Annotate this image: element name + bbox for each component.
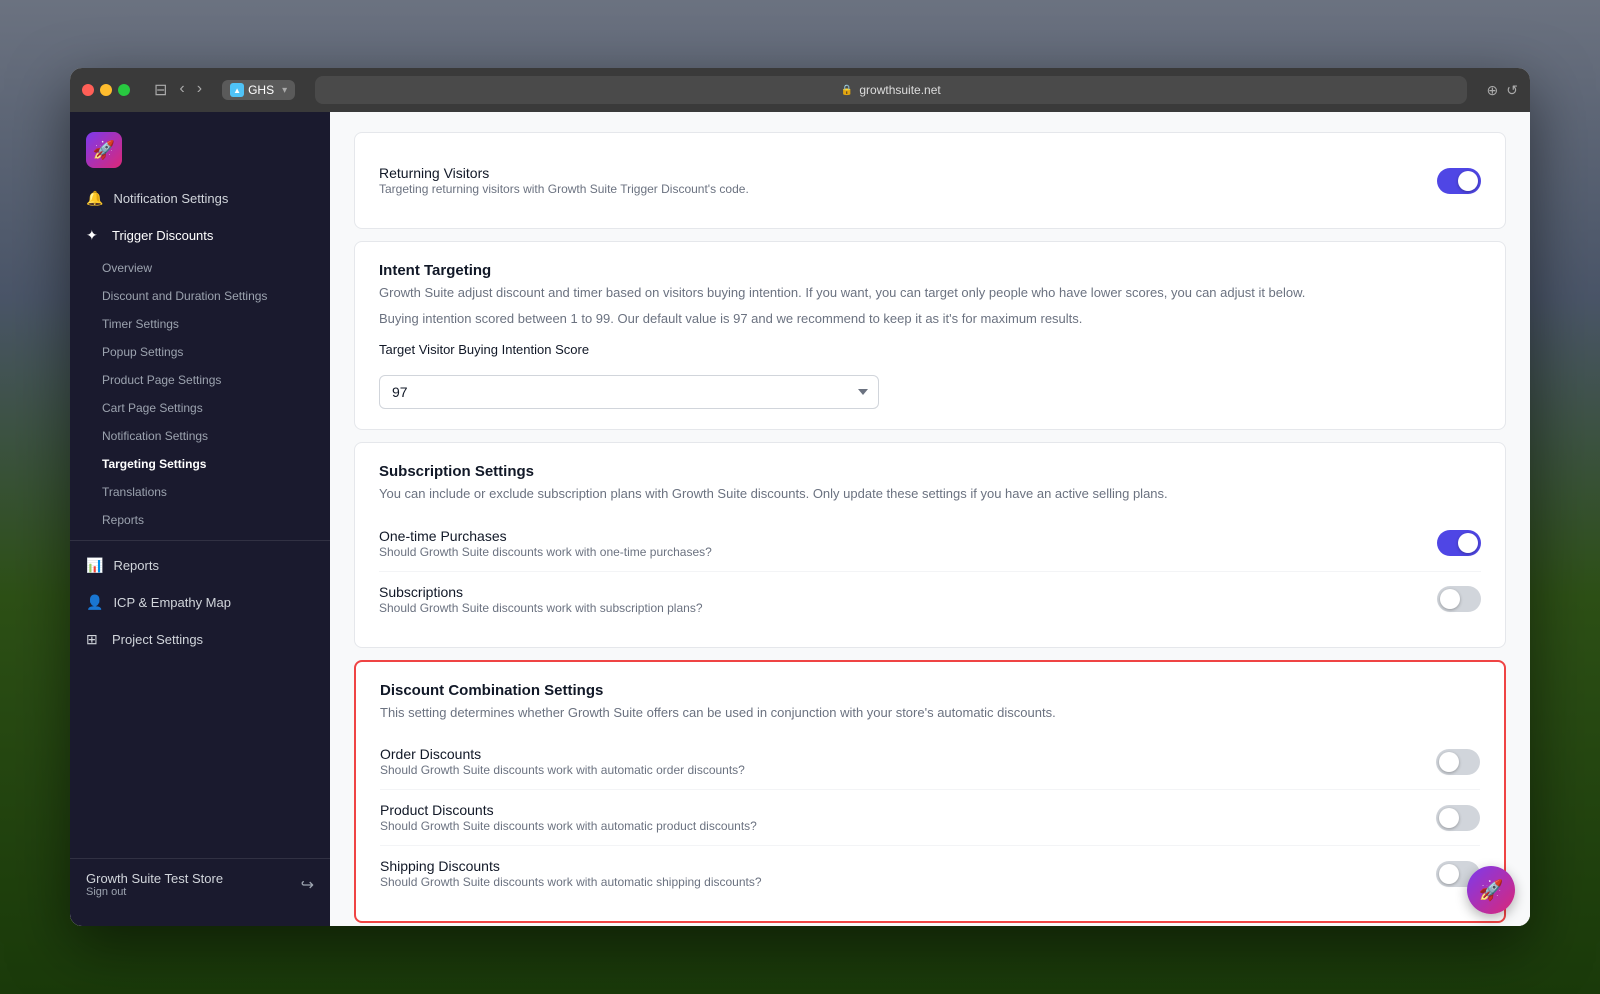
logo-icon: 🚀 xyxy=(86,132,122,168)
subscriptions-toggle[interactable] xyxy=(1437,586,1481,612)
rocket-icon: 🚀 xyxy=(1479,878,1504,903)
product-discounts-row: Product Discounts Should Growth Suite di… xyxy=(380,790,1480,846)
subscription-title: Subscription Settings xyxy=(379,463,1481,480)
tab-bar: ▲ GHS ▾ xyxy=(222,80,295,100)
sidebar-divider xyxy=(70,540,330,541)
subscription-settings-card: Subscription Settings You can include or… xyxy=(354,442,1506,648)
returning-visitors-title: Returning Visitors xyxy=(379,165,749,181)
url-text: growthsuite.net xyxy=(859,83,940,97)
shipping-discounts-desc: Should Growth Suite discounts work with … xyxy=(380,875,762,889)
tab-label: GHS xyxy=(248,83,274,97)
sidebar: 🚀 🔔 Notification Settings ✦ Trigger Disc… xyxy=(70,112,330,926)
intent-targeting-title: Intent Targeting xyxy=(379,262,1481,279)
one-time-purchases-row: One-time Purchases Should Growth Suite d… xyxy=(379,516,1481,572)
one-time-desc: Should Growth Suite discounts work with … xyxy=(379,545,712,559)
subscriptions-label: Subscriptions xyxy=(379,584,703,600)
reports-icon: 📊 xyxy=(86,557,103,574)
toolbar-right: ⊕ ↺ xyxy=(1487,82,1518,99)
sidebar-toggle-icon[interactable]: ⊟ xyxy=(150,78,171,102)
floating-action-button[interactable]: 🚀 xyxy=(1467,866,1515,914)
tab-close[interactable]: ▾ xyxy=(282,85,287,96)
sidebar-footer: Growth Suite Test Store Sign out ↪ xyxy=(70,858,330,910)
sidebar-logo: 🚀 xyxy=(70,112,330,180)
nav-buttons: ⊟ ‹ › xyxy=(150,78,206,102)
sidebar-item-notification-settings[interactable]: 🔔 Notification Settings xyxy=(70,180,330,217)
sign-out-link[interactable]: Sign out xyxy=(86,886,223,898)
sign-out-icon[interactable]: ↪ xyxy=(301,875,314,895)
title-bar: ⊟ ‹ › ▲ GHS ▾ 🔒 growthsuite.net ⊕ ↺ xyxy=(70,68,1530,112)
subscriptions-row: Subscriptions Should Growth Suite discou… xyxy=(379,572,1481,627)
sidebar-sub-cart-page[interactable]: Cart Page Settings xyxy=(70,394,330,422)
share-icon[interactable]: ⊕ xyxy=(1487,82,1499,99)
returning-visitors-toggle[interactable] xyxy=(1437,168,1481,194)
sidebar-item-reports[interactable]: 📊 Reports xyxy=(70,547,330,584)
sidebar-sub-discount-duration[interactable]: Discount and Duration Settings xyxy=(70,282,330,310)
returning-visitors-card: Returning Visitors Targeting returning v… xyxy=(354,132,1506,229)
product-discounts-toggle[interactable] xyxy=(1436,805,1480,831)
sidebar-sub-notification[interactable]: Notification Settings xyxy=(70,422,330,450)
discount-combination-title: Discount Combination Settings xyxy=(380,682,1480,699)
browser-tab[interactable]: ▲ GHS ▾ xyxy=(222,80,295,100)
product-discounts-desc: Should Growth Suite discounts work with … xyxy=(380,819,757,833)
product-discounts-label: Product Discounts xyxy=(380,802,757,818)
order-discounts-row: Order Discounts Should Growth Suite disc… xyxy=(380,734,1480,790)
sidebar-item-label: Notification Settings xyxy=(113,191,228,206)
grid-icon: ⊞ xyxy=(86,631,102,648)
traffic-lights xyxy=(82,84,130,96)
order-discounts-label: Order Discounts xyxy=(380,746,745,762)
discount-combination-card: Discount Combination Settings This setti… xyxy=(354,660,1506,924)
sidebar-sub-timer-settings[interactable]: Timer Settings xyxy=(70,310,330,338)
bell-icon: 🔔 xyxy=(86,190,103,207)
minimize-button[interactable] xyxy=(100,84,112,96)
sidebar-item-project-settings[interactable]: ⊞ Project Settings xyxy=(70,621,330,658)
subscriptions-desc: Should Growth Suite discounts work with … xyxy=(379,601,703,615)
sidebar-sub-product-page[interactable]: Product Page Settings xyxy=(70,366,330,394)
score-select[interactable]: 97 xyxy=(379,375,879,409)
intent-targeting-desc1: Growth Suite adjust discount and timer b… xyxy=(379,283,1481,303)
subscription-desc: You can include or exclude subscription … xyxy=(379,484,1481,504)
returning-visitors-desc: Targeting returning visitors with Growth… xyxy=(379,182,749,196)
sidebar-sub-translations[interactable]: Translations xyxy=(70,478,330,506)
shipping-discounts-label: Shipping Discounts xyxy=(380,858,762,874)
maximize-button[interactable] xyxy=(118,84,130,96)
sidebar-item-trigger-discounts[interactable]: ✦ Trigger Discounts xyxy=(70,217,330,254)
shipping-discounts-row: Shipping Discounts Should Growth Suite d… xyxy=(380,846,1480,901)
lock-icon: 🔒 xyxy=(841,85,853,96)
one-time-toggle[interactable] xyxy=(1437,530,1481,556)
app-layout: 🚀 🔔 Notification Settings ✦ Trigger Disc… xyxy=(70,112,1530,926)
discount-combination-desc: This setting determines whether Growth S… xyxy=(380,703,1480,723)
sidebar-item-label: Project Settings xyxy=(112,632,203,647)
store-name: Growth Suite Test Store xyxy=(86,871,223,886)
order-discounts-desc: Should Growth Suite discounts work with … xyxy=(380,763,745,777)
browser-window: ⊟ ‹ › ▲ GHS ▾ 🔒 growthsuite.net ⊕ ↺ 🚀 xyxy=(70,68,1530,926)
tab-icon: ▲ xyxy=(230,83,244,97)
one-time-label: One-time Purchases xyxy=(379,528,712,544)
sidebar-submenu: Overview Discount and Duration Settings … xyxy=(70,254,330,534)
sidebar-item-label: ICP & Empathy Map xyxy=(113,595,231,610)
url-bar[interactable]: 🔒 growthsuite.net xyxy=(315,76,1466,104)
sidebar-item-label: Trigger Discounts xyxy=(112,228,213,243)
returning-visitors-row: Returning Visitors Targeting returning v… xyxy=(379,153,1481,208)
sidebar-item-label: Reports xyxy=(113,558,159,573)
intent-targeting-card: Intent Targeting Growth Suite adjust dis… xyxy=(354,241,1506,430)
sidebar-sub-targeting[interactable]: Targeting Settings xyxy=(70,450,330,478)
back-button[interactable]: ‹ xyxy=(175,78,188,102)
intent-targeting-desc2: Buying intention scored between 1 to 99.… xyxy=(379,309,1481,329)
forward-button[interactable]: › xyxy=(193,78,206,102)
sidebar-sub-popup-settings[interactable]: Popup Settings xyxy=(70,338,330,366)
order-discounts-toggle[interactable] xyxy=(1436,749,1480,775)
score-label: Target Visitor Buying Intention Score xyxy=(379,342,1481,357)
close-button[interactable] xyxy=(82,84,94,96)
trigger-icon: ✦ xyxy=(86,227,102,244)
main-content: Returning Visitors Targeting returning v… xyxy=(330,112,1530,926)
sidebar-sub-overview[interactable]: Overview xyxy=(70,254,330,282)
sidebar-item-icp[interactable]: 👤 ICP & Empathy Map xyxy=(70,584,330,621)
sidebar-sub-reports[interactable]: Reports xyxy=(70,506,330,534)
reload-icon[interactable]: ↺ xyxy=(1506,82,1518,99)
person-icon: 👤 xyxy=(86,594,103,611)
